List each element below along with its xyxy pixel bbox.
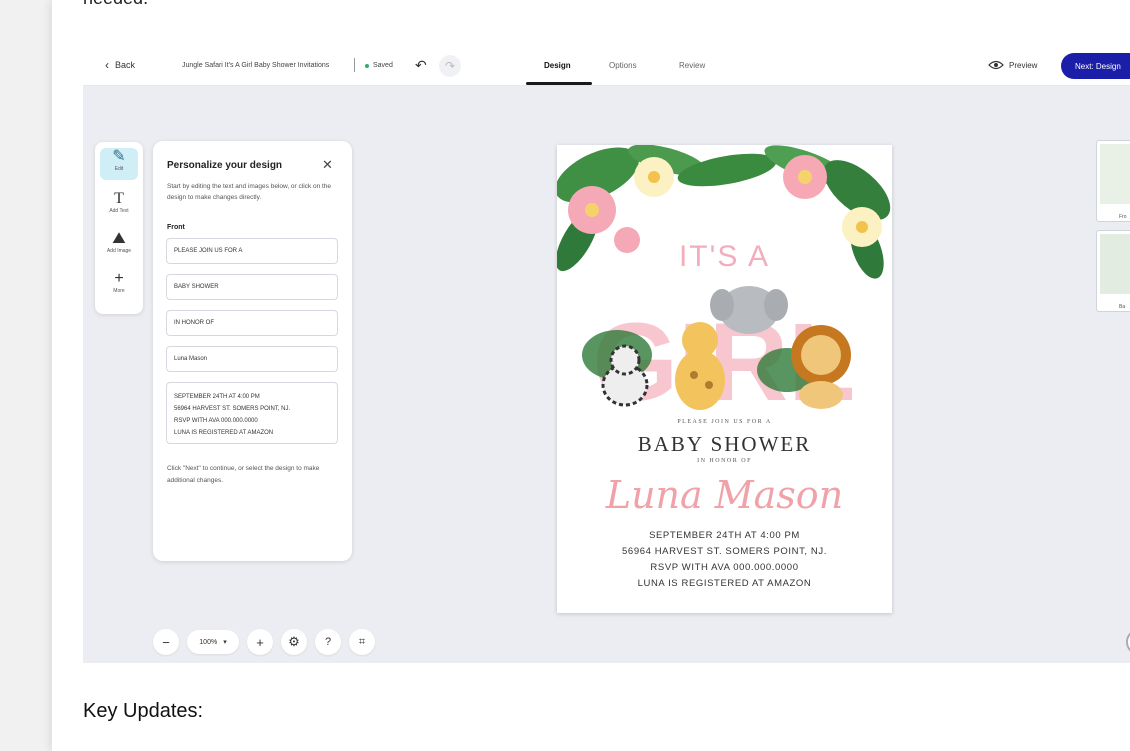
document-title: Jungle Safari It's A Girl Baby Shower In… xyxy=(182,62,330,69)
redo-icon[interactable]: ↷ xyxy=(439,55,461,77)
section-heading: Key Updates: xyxy=(83,700,204,722)
tab-review[interactable]: Review xyxy=(679,61,705,70)
text-field-line3[interactable]: IN HONOR OF xyxy=(166,310,338,336)
saved-dot-icon xyxy=(365,63,369,68)
minus-icon: − xyxy=(162,634,170,650)
settings-button[interactable]: ⚙ xyxy=(281,629,307,655)
panel-title: Personalize your design xyxy=(167,160,283,171)
panel-footer: Click "Next" to continue, or select the … xyxy=(167,465,320,484)
crop-icon: ⌗ xyxy=(358,635,366,648)
text-field-details[interactable]: SEPTEMBER 24TH AT 4:00 PM 56964 HARVEST … xyxy=(166,382,338,444)
zoom-in-button[interactable]: + xyxy=(247,629,273,655)
section-label: Front xyxy=(167,224,185,231)
panel-description: Start by editing the text and images bel… xyxy=(167,183,332,201)
help-chat-icon[interactable] xyxy=(1126,629,1130,655)
help-button[interactable]: ? xyxy=(315,629,341,655)
tool-more[interactable]: + More xyxy=(100,270,138,294)
tab-options[interactable]: Options xyxy=(609,61,637,70)
details-line: LUNA IS REGISTERED AT AMAZON xyxy=(637,578,812,589)
safari-animals-illustration: GIRL xyxy=(582,286,855,415)
help-icon: ? xyxy=(324,636,332,648)
tool-add-image[interactable]: ⛰ Add Image xyxy=(100,230,138,254)
zoom-select[interactable]: 100% ▾ xyxy=(187,630,239,654)
its-a-heading: IT'S A xyxy=(678,240,771,273)
divider xyxy=(354,58,355,72)
active-tab-indicator xyxy=(526,82,592,85)
tool-edit[interactable]: ✎ Edit xyxy=(100,148,138,180)
tab-design[interactable]: Design xyxy=(544,61,571,70)
undo-icon[interactable]: ↶ xyxy=(415,57,427,74)
crop-button[interactable]: ⌗ xyxy=(349,629,375,655)
back-button[interactable]: ‹ Back xyxy=(105,57,136,72)
details-line: 56964 HARVEST ST. SOMERS POINT, NJ. xyxy=(622,546,827,557)
eye-icon xyxy=(988,60,1004,70)
thumbnail-label: Ba xyxy=(1119,304,1126,310)
zoom-value: 100% xyxy=(199,638,218,646)
zoom-controls: − 100% ▾ + ⚙ ? ⌗ xyxy=(153,629,375,655)
thumbnail-front[interactable]: Fro xyxy=(1096,140,1130,222)
thumbnail-back[interactable]: Ba xyxy=(1096,230,1130,312)
zoom-out-button[interactable]: − xyxy=(153,629,179,655)
tool-label: More xyxy=(113,288,125,294)
tool-label: Edit xyxy=(114,166,124,172)
preview-label: Preview xyxy=(1009,60,1038,70)
details-line: LUNA IS REGISTERED AT AMAZON xyxy=(174,430,274,436)
magic-wand-icon: ✎ xyxy=(112,148,126,165)
text-field-name[interactable]: Luna Mason xyxy=(166,346,338,372)
image-add-icon: ⛰ xyxy=(112,230,126,247)
text-field-line1[interactable]: PLEASE JOIN US FOR A xyxy=(166,238,338,264)
saved-status: Saved xyxy=(365,62,393,69)
editor-topbar: ‹ Back Jungle Safari It's A Girl Baby Sh… xyxy=(83,47,1130,86)
chevron-left-icon: ‹ xyxy=(105,57,109,72)
details-line: RSVP WITH AVA 000.000.0000 xyxy=(650,562,799,573)
article-page: needed. ‹ Back Jungle Safari It's A Girl… xyxy=(52,0,1130,751)
personalize-panel: Personalize your design ✕ Start by editi… xyxy=(153,141,352,561)
next-design-button[interactable]: Next: Design xyxy=(1061,53,1130,79)
back-label: Back xyxy=(115,60,136,70)
thumbnail-preview xyxy=(1100,234,1130,294)
tool-label: Add Text xyxy=(109,208,129,214)
event-details: SEPTEMBER 24TH AT 4:00 PM 56964 HARVEST … xyxy=(557,528,892,592)
details-line: SEPTEMBER 24TH AT 4:00 PM xyxy=(174,394,260,400)
thumbnail-preview xyxy=(1100,144,1130,204)
saved-label: Saved xyxy=(373,62,393,69)
invite-line2: BABY SHOWER xyxy=(637,432,812,456)
invite-line1: PLEASE JOIN US FOR A xyxy=(677,419,772,425)
close-icon[interactable]: ✕ xyxy=(322,157,333,173)
text-field-line2[interactable]: BABY SHOWER xyxy=(166,274,338,300)
text-icon: T xyxy=(114,190,124,207)
details-line: 56964 HARVEST ST. SOMERS POINT, NJ. xyxy=(174,406,291,412)
invitation-card[interactable]: IT'S A GIRL PLEASE JOIN US FOR A BABY SH… xyxy=(557,145,892,613)
plus-icon: + xyxy=(256,634,264,650)
cut-off-text: needed. xyxy=(83,0,148,9)
plus-icon: + xyxy=(114,270,124,287)
honoree-name: Luna Mason xyxy=(605,473,844,517)
editor-screenshot: ‹ Back Jungle Safari It's A Girl Baby Sh… xyxy=(83,47,1130,663)
preview-button[interactable]: Preview xyxy=(988,60,1037,70)
caret-down-icon: ▾ xyxy=(223,639,227,646)
tool-label: Add Image xyxy=(106,248,132,254)
tool-sidebar: ✎ Edit T Add Text ⛰ Add Image + More xyxy=(95,142,143,314)
gear-icon: ⚙ xyxy=(288,634,300,649)
thumbnail-label: Fro xyxy=(1119,214,1127,220)
tool-add-text[interactable]: T Add Text xyxy=(100,190,138,214)
details-line: SEPTEMBER 24TH AT 4:00 PM xyxy=(649,530,800,541)
details-line: RSVP WITH AVA 000.000.0000 xyxy=(174,418,258,424)
invite-line3: IN HONOR OF xyxy=(697,458,752,464)
